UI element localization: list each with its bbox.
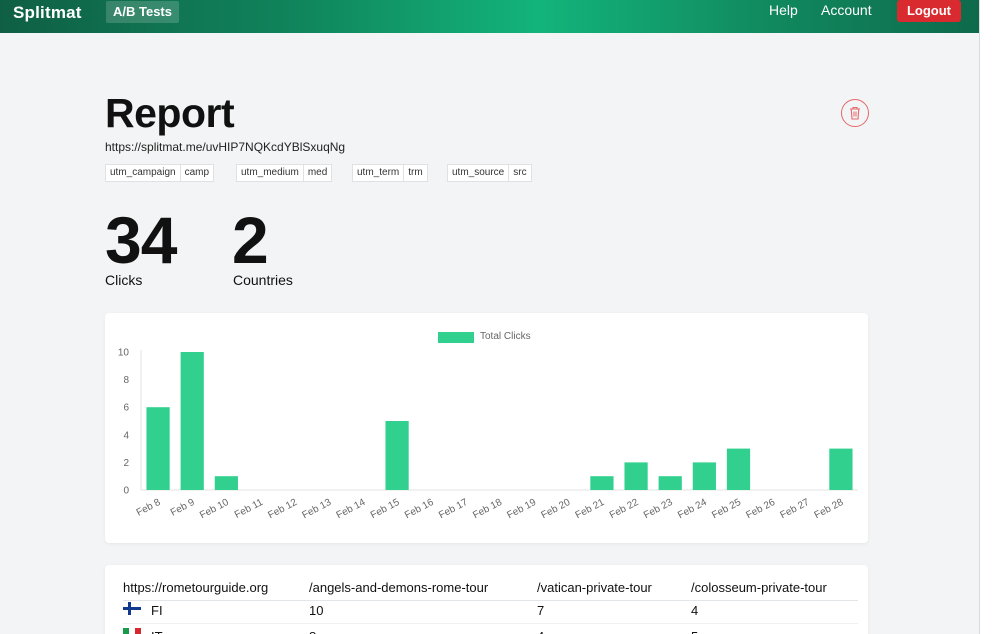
table-row: FI 10 7 4 — [123, 598, 858, 624]
legend-label: Total Clicks — [480, 331, 531, 342]
x-tick-label: Feb 22 — [608, 497, 641, 522]
table-cell: 10 — [309, 603, 324, 618]
x-tick-label: Feb 28 — [813, 497, 846, 522]
x-tick-label: Feb 21 — [574, 497, 607, 522]
table-cell: 4 — [691, 603, 699, 618]
legend-swatch — [438, 332, 474, 343]
utm-value: camp — [184, 167, 210, 178]
chart-bar — [829, 448, 853, 490]
x-tick-label: Feb 27 — [779, 497, 812, 522]
table-cell: 7 — [537, 603, 545, 618]
x-tick-label: Feb 13 — [301, 497, 334, 522]
italy-flag-icon — [123, 628, 141, 634]
brand-logo[interactable]: Splitmat — [13, 3, 82, 23]
x-tick-label: Feb 8 — [135, 497, 163, 519]
y-tick-label: 10 — [118, 348, 130, 359]
country-code: IT — [151, 629, 163, 634]
utm-tag-medium: utm_medium med — [236, 164, 333, 182]
column-header: /vatican-private-tour — [537, 580, 652, 595]
x-tick-label: Feb 17 — [437, 497, 470, 522]
chart-bar — [590, 476, 614, 490]
logout-button[interactable]: Logout — [897, 0, 961, 22]
utm-key: utm_campaign — [106, 165, 181, 181]
report-url: https://splitmat.me/uvHIP7NQKcdYBlSxuqNg — [105, 140, 346, 154]
x-tick-label: Feb 11 — [233, 497, 265, 521]
countries-label: Countries — [233, 272, 293, 288]
x-tick-label: Feb 23 — [642, 497, 675, 522]
y-tick-label: 0 — [123, 486, 129, 497]
nav-tab-ab-tests[interactable]: A/B Tests — [106, 1, 179, 23]
column-header: /colosseum-private-tour — [691, 580, 827, 595]
table-row: IT 8 4 5 — [123, 624, 858, 634]
column-header: https://rometourguide.org — [123, 580, 269, 595]
x-tick-label: Feb 20 — [540, 497, 573, 522]
utm-tag-source: utm_source src — [447, 164, 532, 182]
y-tick-label: 6 — [123, 403, 129, 414]
x-tick-label: Feb 14 — [335, 497, 368, 522]
utm-key: utm_source — [448, 165, 510, 181]
clicks-chart-card: Total Clicks 0 2 4 6 8 10 Feb 8 Feb 9 Feb 10 Feb … — [105, 313, 868, 543]
utm-value: med — [307, 167, 328, 178]
delete-button[interactable] — [841, 99, 869, 127]
table-cell: 5 — [691, 629, 698, 634]
countries-count: 2 — [232, 203, 269, 277]
chart-bar — [692, 462, 716, 490]
utm-tag-term: utm_term trm — [352, 164, 428, 182]
chart-bar — [214, 476, 238, 490]
column-header: /angels-and-demons-rome-tour — [309, 580, 489, 595]
chart-bar — [385, 421, 409, 490]
utm-value: trm — [408, 167, 423, 178]
app-window: Splitmat A/B Tests Help Account Logout R… — [0, 0, 980, 634]
x-tick-label: Feb 9 — [169, 497, 197, 519]
finland-flag-icon — [123, 602, 141, 615]
clicks-count: 34 — [105, 203, 177, 277]
utm-key: utm_term — [353, 165, 405, 181]
utm-value: src — [513, 167, 527, 178]
chart-bar — [146, 407, 170, 490]
table-cell: 4 — [537, 629, 544, 634]
x-tick-label: Feb 24 — [676, 497, 709, 522]
y-tick-label: 4 — [123, 430, 129, 441]
trash-icon — [850, 106, 860, 120]
nav-link-help[interactable]: Help — [769, 2, 798, 18]
utm-key: utm_medium — [237, 165, 304, 181]
nav-link-account[interactable]: Account — [821, 2, 872, 18]
chart-bar — [180, 352, 204, 490]
page-title: Report — [105, 90, 235, 136]
chart-bar — [726, 448, 751, 490]
x-tick-label: Feb 12 — [266, 497, 299, 522]
table-cell: 8 — [309, 629, 316, 634]
chart-bar — [658, 476, 682, 490]
x-tick-label: Feb 18 — [471, 497, 504, 522]
country-code: FI — [151, 603, 163, 618]
x-tick-label: Feb 15 — [369, 497, 402, 522]
clicks-bar-chart: 0246810Feb 8 Feb 9 Feb 10 Feb 11 Feb 12 Feb 1… — [118, 348, 858, 522]
chart-bar — [624, 462, 648, 490]
y-tick-label: 8 — [123, 375, 129, 386]
x-tick-label: Feb 16 — [403, 497, 436, 522]
x-tick-label: Feb 19 — [505, 497, 538, 522]
x-tick-label: Feb 25 — [710, 497, 743, 522]
country-table: https://rometourguide.org /angels-and-de… — [105, 565, 868, 634]
x-tick-label: Feb 26 — [744, 497, 777, 522]
x-tick-label: Feb 10 — [198, 497, 231, 522]
top-navbar: Splitmat A/B Tests Help Account Logout — [0, 0, 979, 33]
clicks-label: Clicks — [105, 272, 143, 288]
y-tick-label: 2 — [123, 458, 129, 469]
utm-tag-campaign: utm_campaign camp — [105, 164, 215, 182]
